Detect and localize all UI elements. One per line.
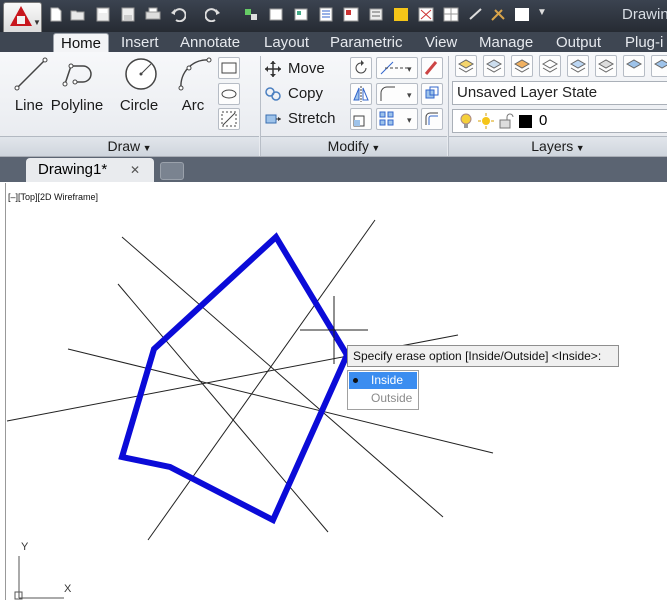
selection-polygon — [118, 232, 351, 525]
command-prompt-tooltip: Specify erase option [Inside/Outside] <I… — [347, 345, 619, 367]
ucs-x-label: X — [64, 583, 72, 595]
ucs-icon — [14, 556, 64, 600]
bullet-icon — [353, 378, 358, 383]
option-inside[interactable]: Inside — [349, 372, 417, 389]
option-outside[interactable]: Outside — [349, 390, 417, 407]
drawing-geometry — [6, 219, 494, 600]
prompt-options-menu: Inside Outside — [347, 370, 419, 410]
prompt-text: Specify erase option [Inside/Outside] <I… — [353, 349, 602, 363]
ucs-y-label: Y — [21, 541, 29, 553]
construction-line — [147, 219, 376, 541]
